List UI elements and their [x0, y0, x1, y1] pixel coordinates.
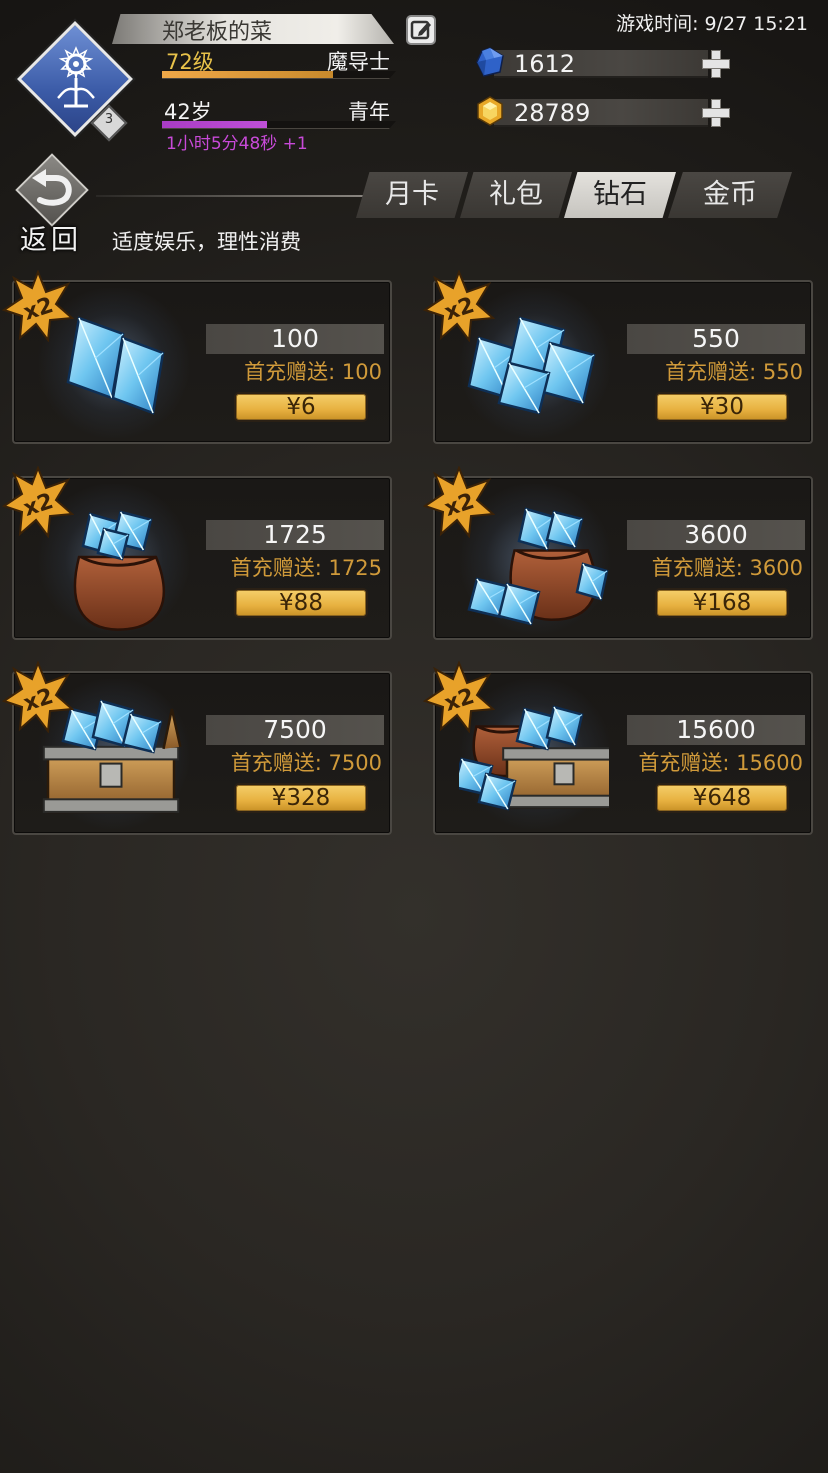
- shop-tabs: 月卡 礼包 钻石 金币: [356, 172, 796, 218]
- diamond-amount: 7500: [206, 715, 384, 745]
- return-arrow-icon: [32, 169, 72, 206]
- double-bonus-badge: x2: [423, 270, 495, 342]
- diamond-count: 1612: [514, 50, 576, 78]
- first-purchase-bonus: 首充赠送: 1725: [230, 556, 382, 580]
- tab-gold[interactable]: 金币: [668, 172, 792, 218]
- first-purchase-bonus: 首充赠送: 100: [244, 360, 382, 384]
- diamond-amount: 3600: [627, 520, 805, 550]
- gold-count: 28789: [514, 99, 591, 127]
- double-bonus-badge: x2: [2, 466, 74, 538]
- back-label: 返回: [20, 225, 82, 256]
- tab-diamonds[interactable]: 钻石: [564, 172, 676, 218]
- double-bonus-badge: x2: [2, 270, 74, 342]
- first-purchase-bonus: 首充赠送: 15600: [638, 751, 803, 775]
- buy-button[interactable]: ¥648: [655, 783, 789, 813]
- first-purchase-bonus: 首充赠送: 7500: [230, 751, 382, 775]
- add-diamond-button[interactable]: [702, 50, 730, 78]
- gold-coin-icon: [477, 96, 503, 126]
- gold-currency: 28789: [474, 95, 730, 129]
- tab-monthly-card[interactable]: 月卡: [356, 172, 468, 218]
- player-name: 郑老板的菜: [162, 20, 273, 45]
- age-timer: 1小时5分48秒 +1: [166, 134, 308, 154]
- avatar-badge-number: 3: [104, 112, 114, 127]
- edit-icon: [410, 20, 431, 40]
- level-progress-bar: [162, 71, 396, 79]
- diamond-product-card[interactable]: x2 3600 首充赠送: 3600 ¥168: [423, 466, 813, 640]
- first-purchase-bonus: 首充赠送: 3600: [651, 556, 803, 580]
- diamond-amount: 15600: [627, 715, 805, 745]
- diamond-amount: 100: [206, 324, 384, 354]
- mage-emblem-icon: [57, 46, 95, 108]
- buy-button[interactable]: ¥168: [655, 588, 789, 618]
- diamond-product-card[interactable]: x2 15600 首充赠送: 15600 ¥648: [423, 661, 813, 835]
- diamond-amount: 550: [627, 324, 805, 354]
- header-divider: [96, 195, 366, 197]
- add-gold-button[interactable]: [702, 99, 730, 127]
- buy-button[interactable]: ¥328: [234, 783, 368, 813]
- first-purchase-bonus: 首充赠送: 550: [665, 360, 803, 384]
- spending-notice: 适度娱乐，理性消费: [112, 230, 301, 254]
- blue-gem-icon: [476, 47, 504, 77]
- edit-name-button[interactable]: [406, 15, 436, 45]
- diamond-product-card[interactable]: x2 7500 首充赠送: 7500 ¥328: [2, 661, 392, 835]
- age-progress-fill: [162, 121, 268, 128]
- tab-gift-pack[interactable]: 礼包: [460, 172, 572, 218]
- diamond-product-card[interactable]: x2 550 首充赠送: 550 ¥30: [423, 270, 813, 444]
- buy-button[interactable]: ¥30: [655, 392, 789, 422]
- double-bonus-badge: x2: [2, 661, 74, 733]
- buy-button[interactable]: ¥88: [234, 588, 368, 618]
- diamond-amount: 1725: [206, 520, 384, 550]
- game-time: 游戏时间: 9/27 15:21: [616, 13, 808, 35]
- level-progress-fill: [162, 71, 333, 78]
- double-bonus-badge: x2: [423, 466, 495, 538]
- back-button[interactable]: 返回: [10, 153, 94, 256]
- buy-button[interactable]: ¥6: [234, 392, 368, 422]
- double-bonus-badge: x2: [423, 661, 495, 733]
- diamond-currency: 1612: [474, 46, 730, 80]
- diamond-product-card[interactable]: x2 1725 首充赠送: 1725 ¥88: [2, 466, 392, 640]
- age-progress-bar: [162, 121, 396, 129]
- diamond-product-card[interactable]: x2 100 首充赠送: 100 ¥6: [2, 270, 392, 444]
